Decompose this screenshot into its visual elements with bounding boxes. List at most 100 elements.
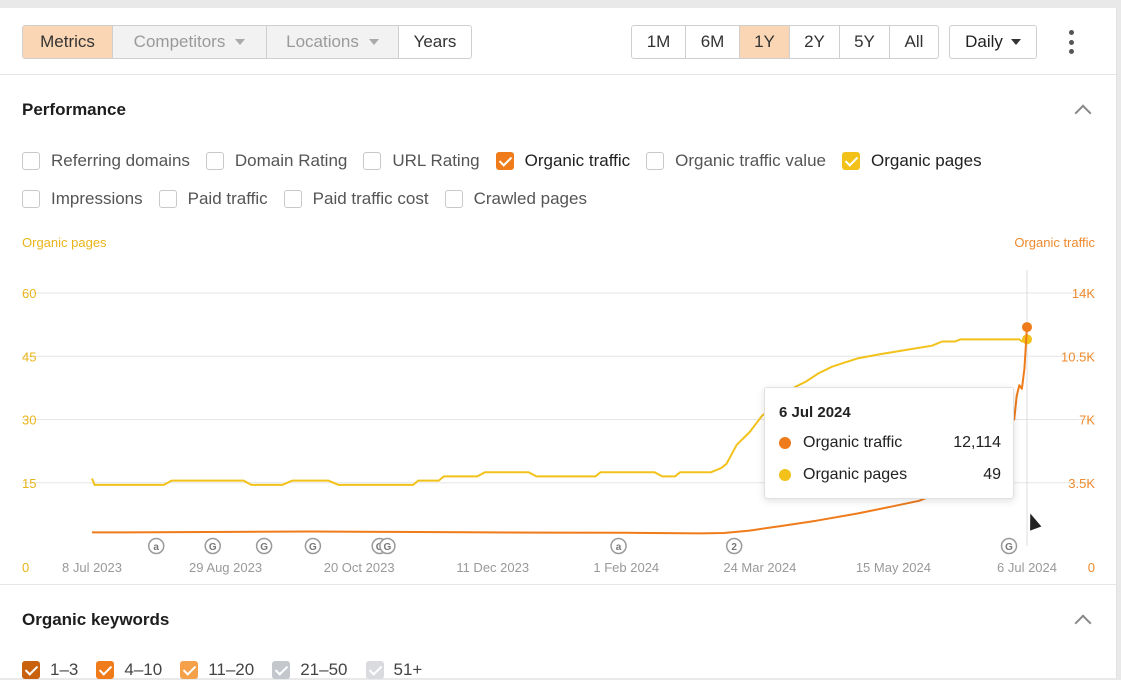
metric-checkbox-row-2: Impressions Paid traffic Paid traffic co… bbox=[22, 189, 603, 209]
checkbox-label: Domain Rating bbox=[234, 151, 348, 170]
checkbox-box[interactable] bbox=[158, 190, 177, 208]
checkbox-position-1-3[interactable]: 1–3 bbox=[22, 660, 78, 680]
right-axis-title: Organic traffic bbox=[1014, 236, 1095, 250]
x-tick-label: 29 Aug 2023 bbox=[189, 560, 262, 575]
interval-label: Daily bbox=[965, 32, 1003, 51]
tab-locations-label: Locations bbox=[286, 32, 359, 51]
checkbox-label: Organic traffic bbox=[524, 151, 631, 170]
tooltip-row-organic-pages: Organic pages 49 bbox=[779, 466, 1001, 484]
checkbox-referring-domains[interactable]: Referring domains bbox=[22, 151, 190, 171]
checkbox-box[interactable] bbox=[22, 661, 40, 679]
range-2y-button[interactable]: 2Y bbox=[790, 26, 840, 58]
checkbox-box[interactable] bbox=[22, 152, 40, 170]
tooltip-row-organic-traffic: Organic traffic 12,114 bbox=[779, 434, 1001, 452]
checkbox-position-11-20[interactable]: 11–20 bbox=[180, 660, 254, 680]
checkbox-label: Organic pages bbox=[871, 151, 982, 170]
checkbox-organic-pages[interactable]: Organic pages bbox=[842, 151, 982, 171]
right-tick-label: 0 bbox=[1088, 560, 1095, 575]
left-tick-label: 15 bbox=[22, 476, 36, 491]
x-tick-label: 20 Oct 2023 bbox=[324, 560, 395, 575]
checkbox-box[interactable] bbox=[495, 152, 514, 170]
checkbox-domain-rating[interactable]: Domain Rating bbox=[205, 151, 348, 171]
x-tick-label: 15 May 2024 bbox=[856, 560, 931, 575]
tooltip-value: 49 bbox=[983, 466, 1001, 483]
tooltip-label: Organic traffic bbox=[803, 434, 903, 451]
legend-dot-icon bbox=[779, 469, 791, 481]
checkbox-label: 1–3 bbox=[50, 660, 79, 679]
checkbox-box[interactable] bbox=[842, 152, 860, 170]
date-range-selector: 1M 6M 1Y 2Y 5Y All bbox=[631, 25, 939, 59]
kebab-menu-icon[interactable] bbox=[1064, 30, 1078, 54]
checkbox-box[interactable] bbox=[444, 190, 463, 208]
tab-locations[interactable]: Locations bbox=[267, 26, 399, 58]
range-6m-button[interactable]: 6M bbox=[686, 26, 740, 58]
checkbox-box[interactable] bbox=[365, 661, 384, 679]
checkbox-url-rating[interactable]: URL Rating bbox=[363, 151, 480, 171]
left-axis-title: Organic pages bbox=[22, 236, 107, 250]
checkbox-box[interactable] bbox=[272, 661, 291, 679]
chart-tooltip: 6 Jul 2024 Organic traffic 12,114 Organi… bbox=[764, 387, 1014, 499]
tooltip-value: 12,114 bbox=[953, 434, 1001, 451]
checkbox-label: 4–10 bbox=[124, 660, 163, 679]
right-tick-label: 14K bbox=[1072, 286, 1095, 301]
checkbox-label: 11–20 bbox=[208, 660, 255, 679]
checkbox-label: Referring domains bbox=[51, 151, 190, 170]
tab-years[interactable]: Years bbox=[399, 26, 471, 58]
x-tick-label: 24 Mar 2024 bbox=[723, 560, 796, 575]
tab-metrics-label: Metrics bbox=[40, 32, 95, 51]
tab-competitors[interactable]: Competitors bbox=[113, 26, 267, 58]
checkbox-box[interactable] bbox=[283, 190, 302, 208]
checkbox-label: Crawled pages bbox=[473, 189, 587, 208]
checkbox-box[interactable] bbox=[22, 190, 40, 208]
checkbox-box[interactable] bbox=[180, 661, 199, 679]
left-tick-label: 30 bbox=[22, 413, 36, 428]
chevron-down-icon bbox=[235, 39, 246, 45]
checkbox-impressions[interactable]: Impressions bbox=[22, 189, 143, 209]
performance-title: Performance bbox=[22, 100, 126, 119]
checkbox-box[interactable] bbox=[363, 152, 382, 170]
range-5y-button[interactable]: 5Y bbox=[840, 26, 890, 58]
tab-metrics[interactable]: Metrics bbox=[23, 26, 113, 58]
x-tick-label: 8 Jul 2023 bbox=[62, 560, 122, 575]
hover-point bbox=[1022, 322, 1032, 333]
range-all-button[interactable]: All bbox=[890, 26, 938, 58]
checkbox-box[interactable] bbox=[205, 152, 224, 170]
annotation-label: G bbox=[384, 542, 392, 553]
annotation-label: G bbox=[260, 542, 268, 553]
checkbox-label: Organic traffic value bbox=[675, 151, 826, 170]
checkbox-position-21-50[interactable]: 21–50 bbox=[272, 660, 348, 680]
checkbox-paid-traffic[interactable]: Paid traffic bbox=[158, 189, 268, 209]
chevron-up-icon[interactable] bbox=[1074, 104, 1092, 122]
checkbox-label: URL Rating bbox=[392, 151, 480, 170]
right-tick-label: 3.5K bbox=[1068, 476, 1095, 491]
chevron-down-icon bbox=[1010, 39, 1021, 45]
tab-years-label: Years bbox=[413, 32, 457, 51]
checkbox-paid-traffic-cost[interactable]: Paid traffic cost bbox=[283, 189, 429, 209]
annotation-label: a bbox=[153, 542, 159, 553]
checkbox-box[interactable] bbox=[96, 661, 115, 679]
left-tick-label: 60 bbox=[22, 286, 36, 301]
legend-dot-icon bbox=[779, 437, 791, 449]
tooltip-label: Organic pages bbox=[803, 466, 908, 483]
keyword-position-filters: 1–3 4–10 11–20 21–50 51+ bbox=[22, 660, 440, 680]
annotation-label: G bbox=[209, 542, 217, 553]
section-divider bbox=[0, 584, 1116, 585]
chevron-up-icon[interactable] bbox=[1074, 614, 1092, 632]
metric-checkbox-row-1: Referring domains Domain Rating URL Rati… bbox=[22, 151, 998, 171]
annotation-label: G bbox=[309, 542, 317, 553]
checkbox-crawled-pages[interactable]: Crawled pages bbox=[444, 189, 587, 209]
annotation-markers: aGGGGGa2G bbox=[147, 537, 1018, 555]
checkbox-position-51-plus[interactable]: 51+ bbox=[365, 660, 423, 680]
checkbox-position-4-10[interactable]: 4–10 bbox=[96, 660, 162, 680]
interval-dropdown[interactable]: Daily bbox=[949, 25, 1037, 59]
chevron-down-icon bbox=[368, 39, 379, 45]
checkbox-organic-traffic-value[interactable]: Organic traffic value bbox=[646, 151, 826, 171]
range-1m-button[interactable]: 1M bbox=[632, 26, 686, 58]
x-tick-label: 6 Jul 2024 bbox=[997, 560, 1057, 575]
checkbox-box[interactable] bbox=[646, 152, 665, 170]
range-1y-button[interactable]: 1Y bbox=[740, 26, 790, 58]
x-tick-label: 1 Feb 2024 bbox=[593, 560, 659, 575]
checkbox-organic-traffic[interactable]: Organic traffic bbox=[495, 151, 631, 171]
checkbox-label: 51+ bbox=[393, 660, 423, 679]
view-tabs: Metrics Competitors Locations Years bbox=[22, 25, 472, 59]
